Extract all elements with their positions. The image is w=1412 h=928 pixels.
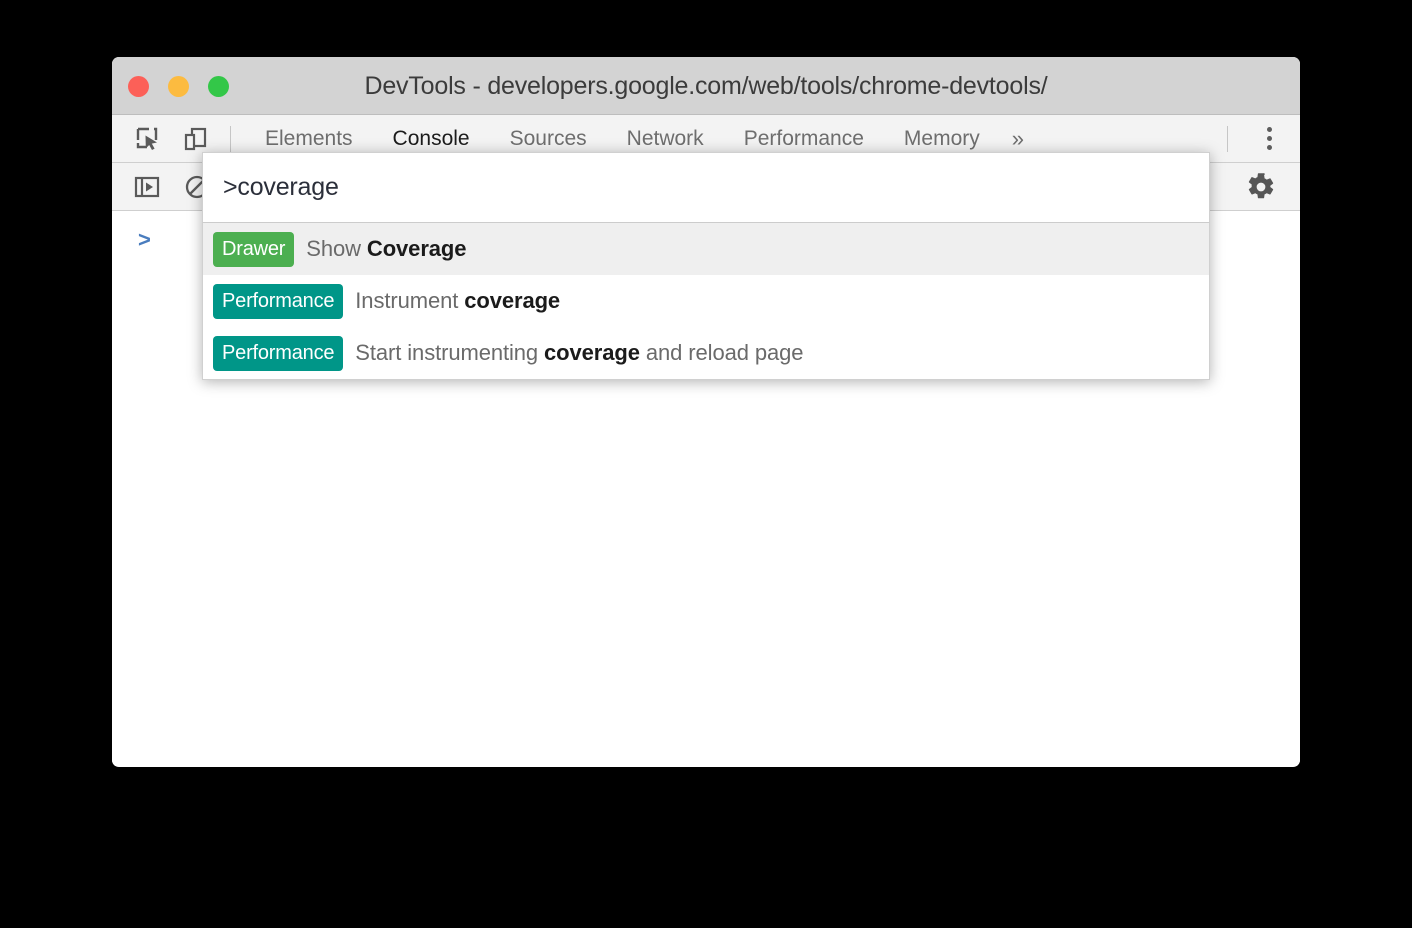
- devtools-window: DevTools - developers.google.com/web/too…: [112, 57, 1300, 767]
- result-label-prefix: Instrument: [355, 288, 465, 313]
- command-menu-result-row[interactable]: Drawer Show Coverage: [203, 223, 1209, 275]
- console-prompt-chevron-icon: >: [138, 227, 151, 252]
- console-toolbar-right: [1244, 171, 1300, 203]
- console-sidebar-toggle-icon[interactable]: [130, 171, 164, 203]
- result-label-prefix: Start instrumenting: [355, 340, 545, 365]
- command-menu-result-row[interactable]: Performance Instrument coverage: [203, 275, 1209, 327]
- inspect-element-icon[interactable]: [130, 122, 166, 156]
- result-label-match: coverage: [464, 288, 561, 313]
- command-menu-input-wrap: [202, 152, 1210, 222]
- window-title: DevTools - developers.google.com/web/too…: [364, 72, 1048, 100]
- tabbar-divider-left: [230, 125, 231, 152]
- result-label-prefix: Show: [306, 236, 367, 261]
- device-toolbar-icon[interactable]: [178, 122, 214, 156]
- result-label-match: Coverage: [366, 236, 467, 261]
- result-label: Show Coverage: [306, 236, 466, 262]
- tabbar-right-group: [1211, 124, 1300, 154]
- result-label-match: coverage: [544, 340, 640, 365]
- settings-gear-icon[interactable]: [1244, 171, 1278, 203]
- result-label: Start instrumenting coverage and reload …: [355, 340, 803, 366]
- tabbar-divider-right: [1227, 125, 1228, 152]
- main-menu-kebab-icon[interactable]: [1254, 124, 1284, 154]
- command-menu-dialog: Drawer Show Coverage Performance Instrum…: [202, 152, 1210, 380]
- command-menu-input[interactable]: [223, 173, 1189, 202]
- result-category-badge: Performance: [213, 283, 344, 319]
- tabbar-icon-group: [112, 122, 214, 156]
- command-menu-result-row[interactable]: Performance Start instrumenting coverage…: [203, 327, 1209, 379]
- result-label-suffix: and reload page: [639, 340, 804, 365]
- result-category-badge: Performance: [213, 335, 344, 371]
- command-menu-results-list: Drawer Show Coverage Performance Instrum…: [202, 222, 1210, 380]
- result-label: Instrument coverage: [355, 288, 560, 314]
- result-category-badge: Drawer: [213, 231, 295, 267]
- window-titlebar: DevTools - developers.google.com/web/too…: [112, 57, 1300, 115]
